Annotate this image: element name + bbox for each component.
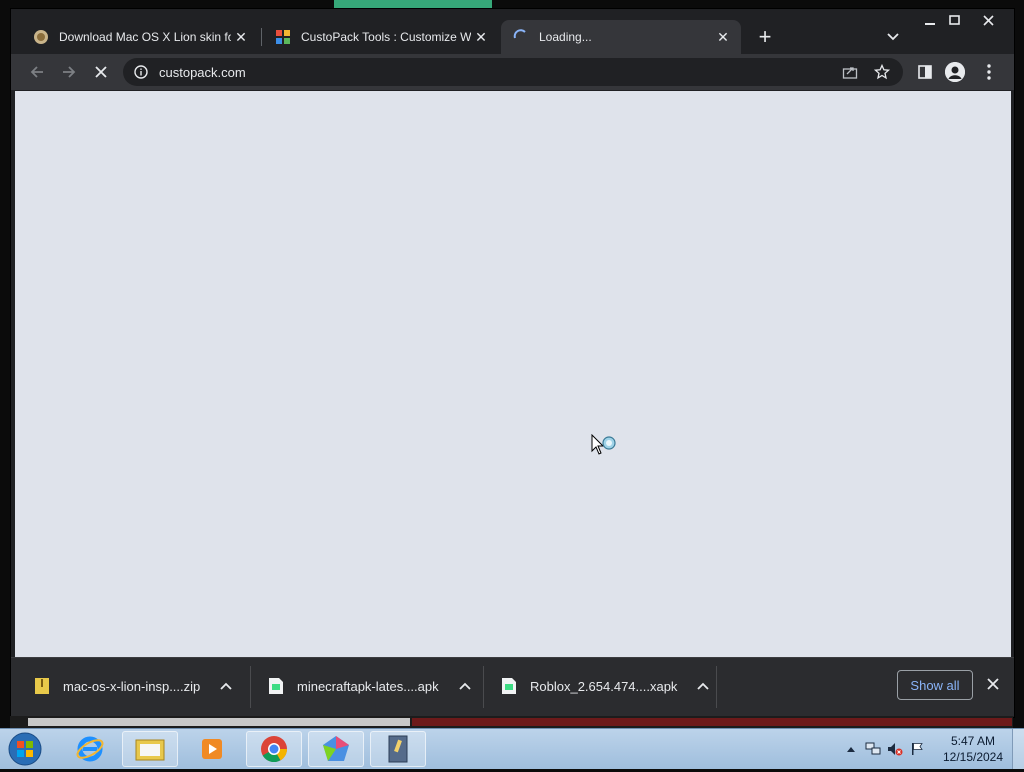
mac-lion-favicon xyxy=(33,29,49,45)
show-desktop-button[interactable] xyxy=(1012,729,1024,769)
tab-title: Download Mac OS X Lion skin fo xyxy=(59,30,231,44)
side-panel-button[interactable] xyxy=(913,60,937,84)
tab-title: Loading... xyxy=(539,30,592,44)
chevron-up-icon[interactable] xyxy=(695,682,711,690)
chevron-up-icon[interactable] xyxy=(218,682,234,690)
tab-strip: Download Mac OS X Lion skin fo ✕ CustoPa… xyxy=(11,9,1014,55)
person-icon xyxy=(945,62,965,82)
browser-window: Download Mac OS X Lion skin fo ✕ CustoPa… xyxy=(10,8,1015,718)
close-icon xyxy=(982,14,994,26)
chevron-down-icon xyxy=(887,33,899,41)
close-icon[interactable]: ✕ xyxy=(231,27,251,47)
download-item[interactable]: minecraftapk-lates....apk xyxy=(269,668,473,704)
divider xyxy=(483,666,484,708)
download-item[interactable]: Roblox_2.654.474....xapk xyxy=(502,668,711,704)
minimize-icon xyxy=(925,23,935,25)
scrollbar-track xyxy=(412,718,1012,726)
media-player-icon[interactable] xyxy=(184,731,240,767)
close-icon xyxy=(987,678,999,690)
maximize-icon xyxy=(948,15,960,25)
loading-spinner-icon xyxy=(513,29,529,45)
info-icon[interactable] xyxy=(133,64,149,80)
horizontal-scrollbar[interactable] xyxy=(10,716,1013,728)
xapk-file-icon xyxy=(502,678,516,694)
profile-avatar[interactable] xyxy=(945,62,965,82)
system-clock[interactable]: 5:47 AM 12/15/2024 xyxy=(938,733,1008,765)
taskbar: 5:47 AM 12/15/2024 xyxy=(0,728,1024,769)
close-download-shelf-button[interactable] xyxy=(983,674,1003,694)
chevron-up-icon[interactable] xyxy=(457,682,473,690)
clock-date: 12/15/2024 xyxy=(942,750,1004,764)
system-tray xyxy=(840,729,928,769)
windows-explorer-icon[interactable] xyxy=(122,731,178,767)
windows-start-icon xyxy=(8,732,42,766)
address-bar[interactable]: custopack.com xyxy=(123,58,903,86)
arrow-right-icon xyxy=(63,66,76,78)
show-hidden-icons-icon[interactable] xyxy=(840,738,862,760)
scrollbar-thumb[interactable] xyxy=(28,718,410,726)
close-icon xyxy=(95,66,107,78)
divider xyxy=(250,666,251,708)
network-icon[interactable] xyxy=(862,738,884,760)
download-filename: mac-os-x-lion-insp....zip xyxy=(63,678,201,694)
minimize-button[interactable] xyxy=(917,11,943,29)
tab-search-button[interactable] xyxy=(883,27,903,47)
show-all-button[interactable]: Show all xyxy=(897,670,973,700)
kebab-menu-icon xyxy=(987,64,991,80)
custopack-favicon xyxy=(275,29,291,45)
app-launcher-icon[interactable] xyxy=(308,731,364,767)
document-app-icon[interactable] xyxy=(370,731,426,767)
stop-loading-button[interactable] xyxy=(89,60,113,84)
new-tab-button[interactable]: + xyxy=(753,24,777,49)
start-button[interactable] xyxy=(6,731,44,767)
download-filename: Roblox_2.654.474....xapk xyxy=(530,678,678,694)
back-button[interactable] xyxy=(25,60,49,84)
zip-file-icon xyxy=(35,678,49,694)
forward-button[interactable] xyxy=(57,60,81,84)
close-icon[interactable]: ✕ xyxy=(713,27,733,47)
internet-explorer-icon[interactable] xyxy=(62,731,118,767)
close-window-button[interactable] xyxy=(973,11,1003,29)
arrow-left-icon xyxy=(30,66,43,78)
clock-time: 5:47 AM xyxy=(950,734,996,748)
tab-separator xyxy=(261,28,262,46)
tab-custopack[interactable]: CustoPack Tools : Customize Win ✕ xyxy=(263,20,499,54)
page-content[interactable] xyxy=(15,91,1011,657)
tab-mac-lion[interactable]: Download Mac OS X Lion skin fo ✕ xyxy=(21,20,259,54)
share-icon[interactable] xyxy=(839,61,861,83)
side-panel-icon xyxy=(918,65,932,79)
apk-file-icon xyxy=(269,678,283,694)
chrome-icon[interactable] xyxy=(246,731,302,767)
browser-toolbar: custopack.com xyxy=(11,54,1014,90)
close-icon[interactable]: ✕ xyxy=(471,27,491,47)
download-shelf: mac-os-x-lion-insp....zip minecraftapk-l… xyxy=(11,657,1014,716)
tab-loading[interactable]: Loading... ✕ xyxy=(501,20,741,54)
download-filename: minecraftapk-lates....apk xyxy=(297,678,439,694)
volume-muted-icon[interactable] xyxy=(884,738,906,760)
action-center-flag-icon[interactable] xyxy=(906,738,928,760)
divider xyxy=(716,666,717,708)
busy-cursor-icon xyxy=(591,433,619,465)
desktop-strip xyxy=(334,0,492,8)
bookmark-star-icon[interactable] xyxy=(871,61,893,83)
tab-title: CustoPack Tools : Customize Win xyxy=(301,30,471,44)
url-text[interactable]: custopack.com xyxy=(159,65,839,80)
download-item[interactable]: mac-os-x-lion-insp....zip xyxy=(35,668,234,704)
maximize-button[interactable] xyxy=(941,11,967,29)
menu-button[interactable] xyxy=(977,60,1001,84)
